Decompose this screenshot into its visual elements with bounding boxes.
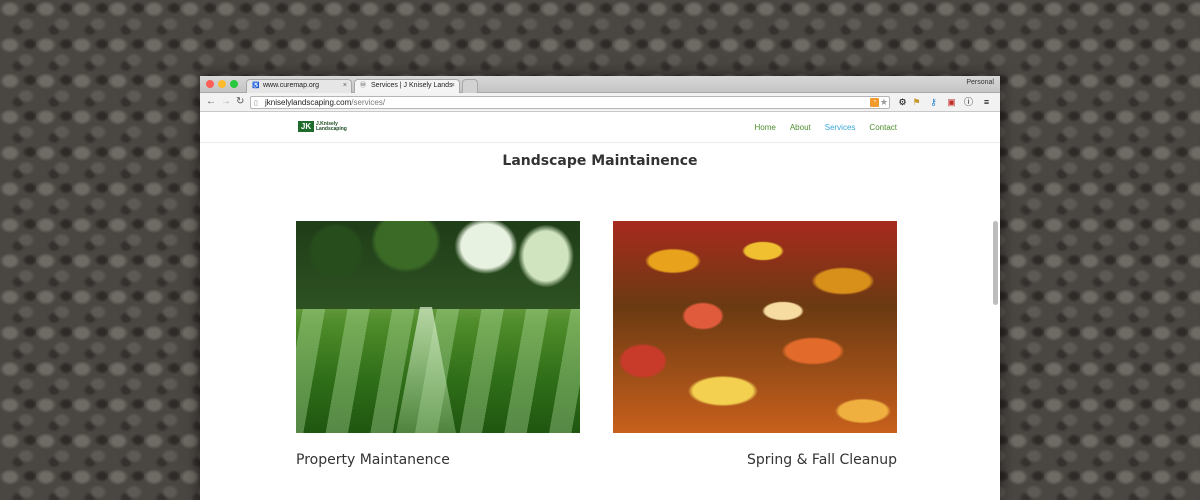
zoom-window-button[interactable] xyxy=(230,80,238,88)
extension-icon[interactable]: ⚑ xyxy=(911,96,922,108)
main-nav: Home About Services Contact xyxy=(754,123,897,132)
nav-services[interactable]: Services xyxy=(825,123,856,132)
tab-label: www.curemap.org xyxy=(263,82,320,89)
profile-button[interactable]: Personal xyxy=(966,79,994,86)
nav-home[interactable]: Home xyxy=(754,123,775,132)
gear-icon[interactable]: ⚙ xyxy=(897,96,908,108)
reload-icon[interactable]: ↻ xyxy=(236,96,244,108)
tab-strip: ♿ www.curemap.org × Ⓦ Services | J Knise… xyxy=(200,76,1000,93)
forward-arrow-icon[interactable]: → xyxy=(221,96,231,108)
rss-icon[interactable]: ◔ xyxy=(870,98,879,107)
url-path: /services/ xyxy=(351,98,386,107)
accessibility-icon: ♿ xyxy=(252,83,260,89)
web-page: JK J.Knisely Landscaping Home About Serv… xyxy=(200,113,1000,500)
address-bar[interactable]: ▯ jkniselylandscaping.com/services/ ◔ ★ xyxy=(250,96,890,109)
logo-text: J.Knisely Landscaping xyxy=(316,120,347,132)
wordpress-icon: Ⓦ xyxy=(360,83,367,89)
card-caption-cleanup: Spring & Fall Cleanup xyxy=(746,452,897,468)
back-arrow-icon[interactable]: ← xyxy=(206,96,216,108)
page-icon: ▯ xyxy=(254,100,258,107)
bookmark-star-icon[interactable]: ★ xyxy=(880,97,888,108)
close-tab-icon[interactable]: × xyxy=(451,82,455,89)
vertical-scrollbar[interactable] xyxy=(993,221,998,305)
new-tab-button[interactable] xyxy=(462,79,478,93)
menu-icon[interactable]: ≡ xyxy=(981,96,992,108)
nav-about[interactable]: About xyxy=(790,123,811,132)
save-icon[interactable]: ▣ xyxy=(946,96,957,108)
logo-mark: JK xyxy=(298,121,314,132)
section-title: Landscape Maintainence xyxy=(502,153,698,169)
minimize-window-button[interactable] xyxy=(218,80,226,88)
close-window-button[interactable] xyxy=(206,80,214,88)
card-caption-property: Property Maintanence xyxy=(296,452,450,468)
key-icon[interactable]: ⚷ xyxy=(928,96,939,108)
site-header: JK J.Knisely Landscaping Home About Serv… xyxy=(200,113,1000,143)
mowed-stripe xyxy=(396,307,456,433)
browser-window: ♿ www.curemap.org × Ⓦ Services | J Knise… xyxy=(200,76,1000,500)
info-icon[interactable]: ⓘ xyxy=(963,96,974,108)
close-tab-icon[interactable]: × xyxy=(343,82,347,89)
tab-label: Services | J Knisely Lands xyxy=(371,82,453,89)
lawn-photo xyxy=(296,221,580,433)
url-host: jkniselylandscaping.com xyxy=(265,98,352,107)
site-logo[interactable]: JK J.Knisely Landscaping xyxy=(298,121,350,132)
tab-services[interactable]: Ⓦ Services | J Knisely Lands × xyxy=(354,79,460,93)
trees-area xyxy=(296,221,580,309)
tab-curemap[interactable]: ♿ www.curemap.org × xyxy=(246,79,352,93)
autumn-leaves-photo xyxy=(613,221,897,433)
browser-toolbar: ← → ↻ ▯ jkniselylandscaping.com/services… xyxy=(200,93,1000,112)
nav-contact[interactable]: Contact xyxy=(869,123,897,132)
